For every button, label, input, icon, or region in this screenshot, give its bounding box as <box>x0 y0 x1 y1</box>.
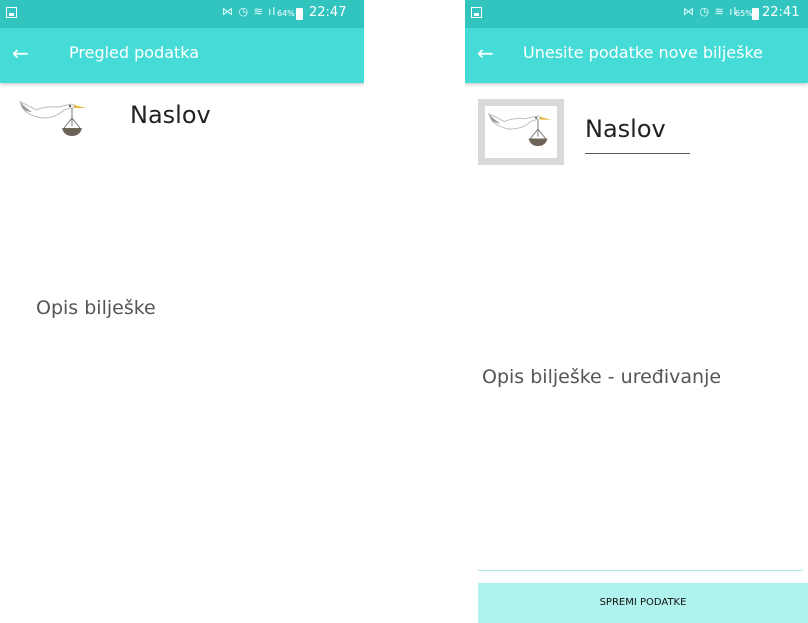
status-icons: ⋈ ◷ ≋ ıl <box>683 5 738 18</box>
status-bar: ⋈ ◷ ≋ ıl 64% 22:47 <box>0 0 364 28</box>
arrow-left-icon[interactable]: ← <box>477 41 494 65</box>
note-description-input[interactable]: Opis bilješke - uređivanje <box>482 366 721 388</box>
status-bar: ⋈ ◷ ≋ ıl 65% 22:41 <box>465 0 808 28</box>
arrow-left-icon[interactable]: ← <box>12 41 29 65</box>
note-image-picker[interactable] <box>478 99 564 165</box>
title-input-underline <box>585 153 690 154</box>
status-icons: ⋈ ◷ ≋ ıl <box>222 5 277 18</box>
app-bar-title: Pregled podatka <box>69 43 200 62</box>
note-edit-screen: ⋈ ◷ ≋ ıl 65% 22:41 ← Unesite podatke nov… <box>465 0 808 623</box>
note-description: Opis bilješke <box>36 297 156 319</box>
battery-icon <box>752 8 759 20</box>
stork-scale-icon <box>18 101 86 136</box>
stork-scale-icon <box>487 113 552 147</box>
status-time: 22:47 <box>309 5 347 20</box>
note-title: Naslov <box>130 101 211 129</box>
status-time: 22:41 <box>762 5 800 20</box>
note-view-screen: ⋈ ◷ ≋ ıl 64% 22:47 ← Pregled podatka Nas… <box>0 0 364 623</box>
app-bar: ← Pregled podatka <box>0 28 364 83</box>
save-button[interactable]: SPREMI PODATKE <box>478 583 808 623</box>
gallery-notification-icon <box>6 7 17 18</box>
battery-icon <box>296 8 303 20</box>
battery-percent: 64% <box>277 9 295 18</box>
app-bar: ← Unesite podatke nove bilješke <box>465 28 808 83</box>
app-bar-title: Unesite podatke nove bilješke <box>523 43 764 62</box>
battery-percent: 65% <box>735 9 753 18</box>
image-preview <box>485 106 557 158</box>
divider <box>478 570 803 571</box>
gallery-notification-icon <box>471 7 482 18</box>
note-title-input[interactable]: Naslov <box>585 115 666 143</box>
